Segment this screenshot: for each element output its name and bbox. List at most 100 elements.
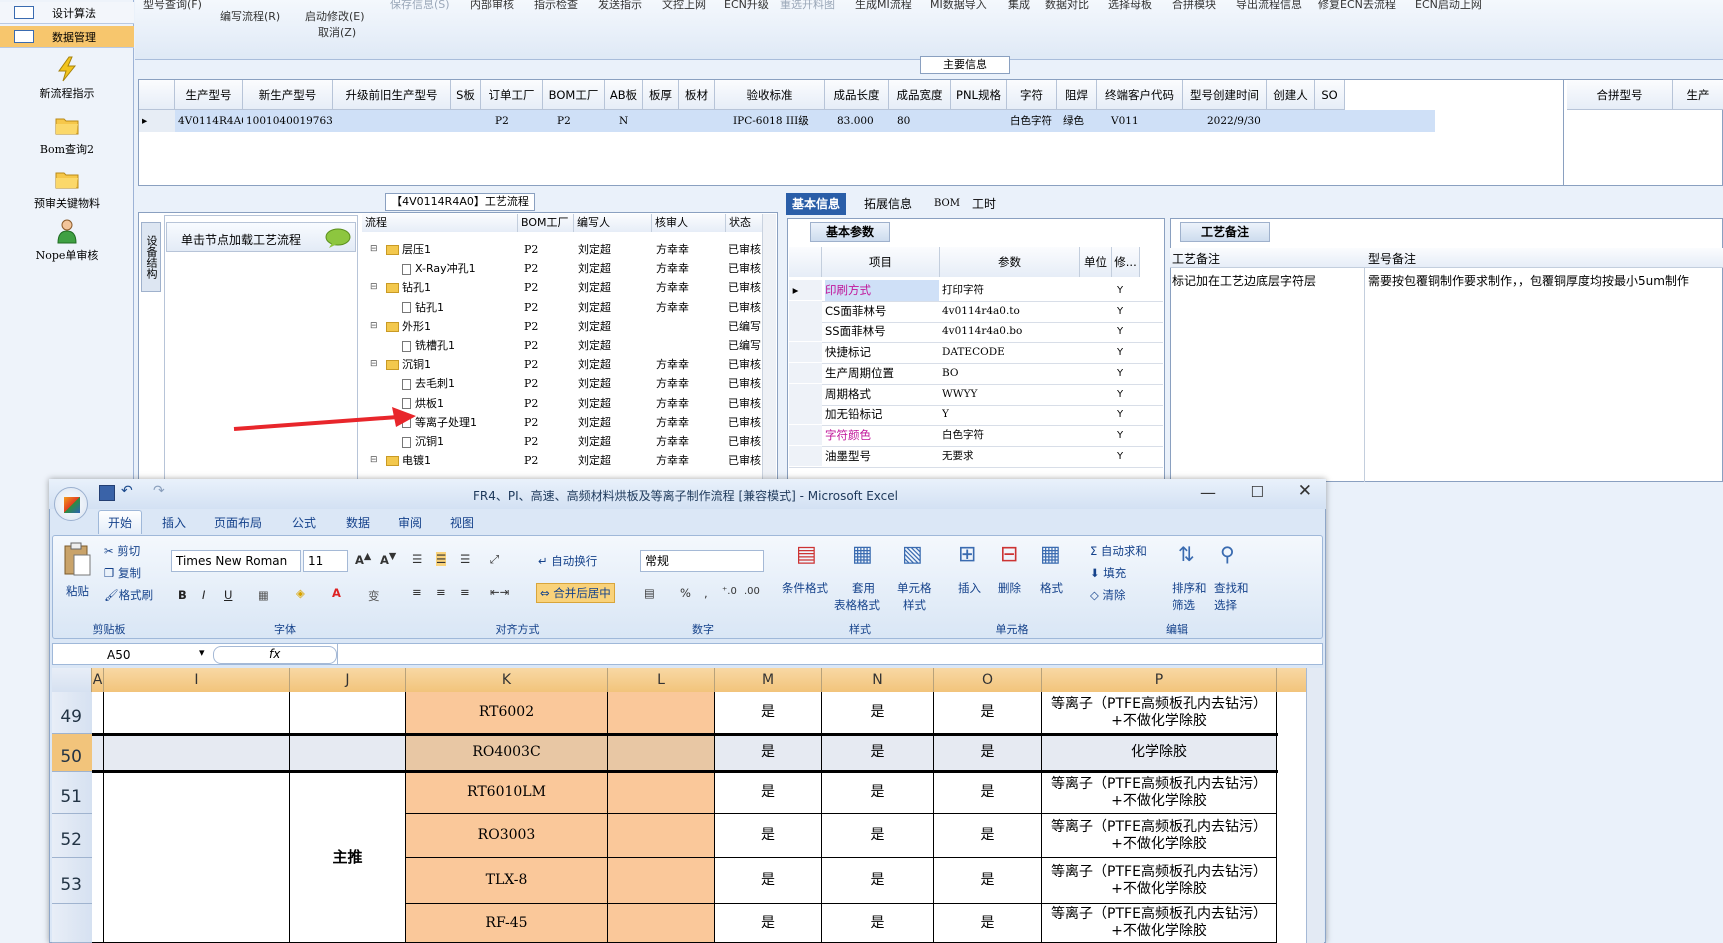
orientation-icon[interactable]: ⤢ bbox=[490, 552, 499, 567]
sheet-cell[interactable] bbox=[608, 858, 715, 904]
align-left-icon[interactable]: ≡ bbox=[412, 585, 422, 599]
insert-function-icon[interactable]: fx bbox=[269, 647, 280, 661]
table-cell[interactable]: 4V0114R4A0 bbox=[175, 110, 243, 132]
close-icon[interactable]: ✕ bbox=[1298, 481, 1312, 501]
col-header[interactable]: BOM工厂 bbox=[518, 214, 574, 232]
ribbon-tab-view[interactable]: 视图 bbox=[450, 513, 474, 533]
param-row[interactable]: 周期格式 WWYY Y bbox=[789, 383, 1163, 406]
toolbar-gen-mi[interactable]: 生成MI流程 bbox=[855, 0, 912, 12]
tree-row[interactable]: ⊟ 电镀1 P2 刘定超 方幸幸 已审核 bbox=[362, 451, 762, 470]
maximize-icon[interactable]: ☐ bbox=[1251, 483, 1264, 501]
column-header-a[interactable]: A bbox=[92, 668, 104, 692]
col-header[interactable]: 升级前旧生产型号 bbox=[333, 80, 451, 110]
toolbar-ecn-upgrade[interactable]: ECN升级 bbox=[724, 0, 769, 12]
collapse-icon[interactable]: ⊟ bbox=[370, 451, 378, 470]
row-header[interactable]: 52 bbox=[52, 814, 92, 858]
precheck-material-button[interactable]: 预审关键物料 bbox=[0, 166, 134, 211]
format-painter-button[interactable]: 🖌格式刷 bbox=[104, 587, 153, 603]
sheet-cell-process[interactable]: 等离子（PTFE高频板孔内去钻污）+不做化学除胶 bbox=[1042, 904, 1277, 943]
sheet-cell-material[interactable]: RO3003 bbox=[406, 814, 608, 858]
toolbar-mi-import[interactable]: MI数据导入 bbox=[930, 0, 987, 12]
percent-button[interactable]: % bbox=[680, 586, 691, 600]
toolbar-merge-module[interactable]: 合拼模块 bbox=[1172, 0, 1216, 12]
sidebar-item-design[interactable]: 设计算法 bbox=[0, 2, 134, 24]
sheet-cell-material[interactable]: TLX-8 bbox=[406, 858, 608, 904]
sheet-cell[interactable] bbox=[92, 772, 104, 943]
ribbon-tab-page-layout[interactable]: 页面布局 bbox=[214, 513, 262, 533]
col-header[interactable]: 板厚 bbox=[643, 80, 679, 110]
sheet-cell[interactable]: 是 bbox=[822, 814, 934, 858]
ribbon-tab-formulas[interactable]: 公式 bbox=[292, 513, 316, 533]
delete-cells-button[interactable]: 删除 bbox=[998, 580, 1021, 596]
col-header[interactable]: 字符 bbox=[1007, 80, 1057, 110]
col-header[interactable]: 订单工厂 bbox=[481, 80, 543, 110]
bom-query-button[interactable]: Bom查询2 bbox=[0, 112, 134, 157]
table-cell[interactable]: P2 bbox=[543, 110, 605, 132]
comma-button[interactable]: , bbox=[704, 586, 708, 600]
sheet-cell[interactable] bbox=[608, 734, 715, 772]
col-header[interactable]: 参数 bbox=[940, 247, 1080, 277]
sheet-cell[interactable]: 是 bbox=[822, 734, 934, 772]
sheet-cell[interactable]: 是 bbox=[715, 904, 822, 943]
table-format-label-1[interactable]: 套用 bbox=[852, 580, 875, 596]
col-header[interactable]: 终端客户代码 bbox=[1097, 80, 1183, 110]
nope-review-button[interactable]: Nope单审核 bbox=[0, 218, 134, 263]
sheet-cell[interactable]: 是 bbox=[822, 692, 934, 734]
name-box-dropdown-icon[interactable]: ▾ bbox=[199, 646, 205, 659]
sort-filter-label-1[interactable]: 排序和 bbox=[1172, 580, 1207, 596]
toolbar-compare[interactable]: 数据对比 bbox=[1045, 0, 1089, 12]
sidebar-item-data-management[interactable]: 数据管理 bbox=[0, 26, 134, 48]
column-header-i[interactable]: I bbox=[104, 668, 290, 692]
sheet-cell-process[interactable]: 化学除胶 bbox=[1042, 734, 1277, 772]
param-row[interactable]: SS面菲林号 4v0114r4a0.bo Y bbox=[789, 321, 1163, 344]
sheet-cell-material[interactable]: RT6010LM bbox=[406, 772, 608, 814]
undo-icon[interactable]: ↶ bbox=[121, 483, 133, 499]
device-structure-tab[interactable]: 设备结构 bbox=[141, 222, 161, 292]
toolbar-save[interactable]: 保存信息(S) bbox=[390, 0, 450, 12]
sheet-cell[interactable]: 是 bbox=[822, 772, 934, 814]
new-flow-button[interactable]: 新流程指示 bbox=[0, 56, 134, 101]
font-color-icon[interactable]: A bbox=[332, 586, 341, 600]
col-header[interactable]: AB板 bbox=[605, 80, 643, 110]
sheet-cell[interactable]: 是 bbox=[822, 904, 934, 943]
process-note-text[interactable]: 标记加在工艺边底层字符层 bbox=[1172, 272, 1316, 289]
col-header[interactable]: 状态 bbox=[726, 214, 766, 232]
column-header-p[interactable]: P bbox=[1042, 668, 1277, 692]
tree-row[interactable]: ⊟ 钻孔1 P2 刘定超 方幸幸 已审核 bbox=[362, 278, 762, 297]
collapse-icon[interactable]: ⊟ bbox=[370, 240, 378, 259]
sheet-cell[interactable]: 是 bbox=[934, 772, 1042, 814]
tab-hours[interactable]: 工时 bbox=[966, 193, 1002, 215]
row-header[interactable]: 50 bbox=[52, 734, 92, 772]
ribbon-tab-data[interactable]: 数据 bbox=[346, 513, 370, 533]
toolbar-send[interactable]: 发送指示 bbox=[598, 0, 642, 12]
col-header[interactable]: 型号创建时间 bbox=[1183, 80, 1267, 110]
tree-scrollbar[interactable] bbox=[762, 214, 776, 480]
col-header[interactable]: 核审人 bbox=[652, 214, 726, 232]
column-header-n[interactable]: N bbox=[822, 668, 934, 692]
shrink-font-button[interactable]: A▼ bbox=[380, 551, 396, 567]
col-header[interactable]: 验收标准 bbox=[715, 80, 825, 110]
toolbar-cancel[interactable]: 取消(Z) bbox=[318, 24, 356, 40]
col-header[interactable]: S板 bbox=[451, 80, 481, 110]
column-header-l[interactable]: L bbox=[608, 668, 715, 692]
sheet-cell-merged[interactable] bbox=[104, 772, 290, 943]
col-header[interactable]: 编写人 bbox=[574, 214, 652, 232]
col-header[interactable]: 板材 bbox=[679, 80, 715, 110]
row-header[interactable]: 49 bbox=[52, 692, 92, 734]
tree-row[interactable]: ⊟ 层压1 P2 刘定超 方幸幸 已审核 bbox=[362, 240, 762, 259]
conditional-format-button[interactable]: 条件格式 bbox=[782, 580, 828, 596]
toolbar-fix-ecn[interactable]: 修复ECN去流程 bbox=[1318, 0, 1396, 12]
sheet-cell-process[interactable]: 等离子（PTFE高频板孔内去钻污）+不做化学除胶 bbox=[1042, 692, 1277, 734]
column-header-m[interactable]: M bbox=[715, 668, 822, 692]
align-bottom-icon[interactable]: ☰ bbox=[460, 552, 470, 566]
fill-button[interactable]: ⬇ 填充 bbox=[1090, 565, 1126, 581]
table-cell[interactable]: 83.000 bbox=[825, 110, 889, 132]
redo-icon[interactable]: ↷ bbox=[153, 483, 165, 499]
sheet-cell[interactable]: 是 bbox=[934, 904, 1042, 943]
param-row[interactable]: 字符颜色 白色字符 Y bbox=[789, 424, 1163, 447]
decrease-decimal-button[interactable]: .00 bbox=[744, 586, 760, 597]
sheet-cell[interactable]: 是 bbox=[822, 858, 934, 904]
col-header[interactable]: SO bbox=[1315, 80, 1345, 110]
param-row[interactable]: 快捷标记 DATECODE Y bbox=[789, 342, 1163, 365]
increase-decimal-button[interactable]: ⁺.0 bbox=[722, 586, 737, 597]
